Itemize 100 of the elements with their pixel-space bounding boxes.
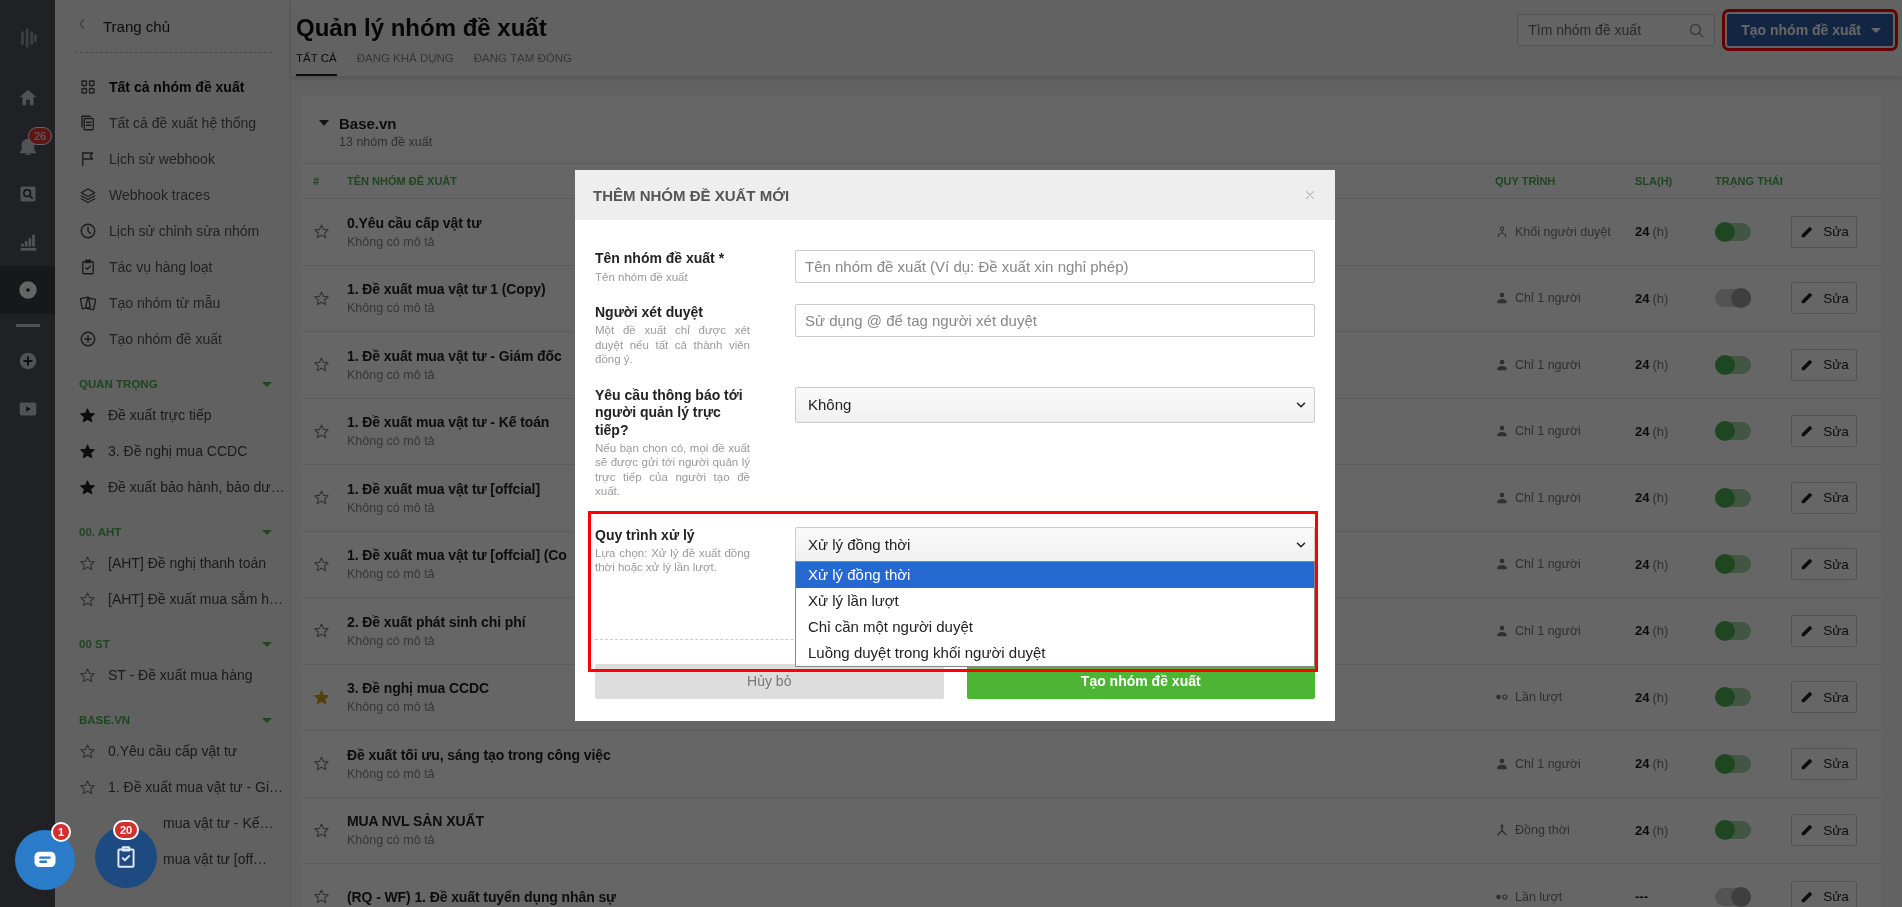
- star-icon[interactable]: [313, 422, 330, 440]
- select-field[interactable]: Không: [795, 386, 1315, 423]
- sidebar-item[interactable]: Lịch sử chỉnh sửa nhóm: [55, 213, 290, 249]
- sidebar-item[interactable]: Tất cả đề xuất hệ thống: [55, 105, 290, 141]
- group-name[interactable]: 1. Đề xuất mua vật tư [offcial] (Co: [347, 547, 567, 564]
- caret-icon[interactable]: [262, 381, 272, 387]
- dialog-title: THÊM NHÓM ĐỀ XUẤT MỚI: [593, 186, 790, 204]
- input-field[interactable]: Tên nhóm đề xuất (Ví dụ: Đề xuất xin nghỉ phép): [795, 250, 1315, 283]
- sidebar-item[interactable]: [AHT] Đề xuất mua sắm h…: [108, 591, 284, 607]
- caret-icon[interactable]: [262, 641, 272, 647]
- group-name[interactable]: 1. Đề xuất mua vật tư [offcial]: [347, 480, 540, 497]
- star-icon[interactable]: [313, 289, 330, 307]
- edit-button[interactable]: Sửa: [1791, 415, 1857, 448]
- edit-button[interactable]: Sửa: [1791, 614, 1857, 647]
- sidebar-item[interactable]: 3. Đề nghị mua CCDC: [108, 443, 248, 459]
- edit-button[interactable]: Sửa: [1791, 880, 1857, 907]
- toggle-knob[interactable]: [1731, 886, 1751, 907]
- sidebar-item[interactable]: 0.Yêu cầu cấp vật tư: [108, 743, 238, 759]
- star-icon[interactable]: [313, 489, 330, 507]
- status-toggle[interactable]: [1715, 821, 1751, 840]
- sidebar-item[interactable]: Lịch sử webhook: [55, 141, 290, 177]
- star-icon[interactable]: [79, 742, 96, 760]
- group-name[interactable]: 2. Đề xuất phát sinh chi phí: [347, 613, 526, 630]
- toggle-knob[interactable]: [1715, 820, 1735, 841]
- star-icon[interactable]: [313, 755, 330, 773]
- group-name[interactable]: 1. Đề xuất mua vật tư - Giám đốc: [347, 347, 562, 364]
- group-name[interactable]: MUA NVL SẢN XUẤT: [347, 813, 484, 830]
- toggle-knob[interactable]: [1715, 354, 1735, 375]
- sidebar-item[interactable]: Webhook traces: [55, 177, 290, 213]
- status-toggle[interactable]: [1715, 422, 1751, 441]
- star-icon[interactable]: [79, 554, 96, 572]
- filled-star-icon[interactable]: [79, 442, 96, 460]
- star-icon[interactable]: [313, 356, 330, 374]
- star-icon[interactable]: [313, 888, 330, 906]
- star-icon[interactable]: [79, 778, 96, 796]
- status-toggle[interactable]: [1715, 488, 1751, 507]
- group-name[interactable]: 1. Đề xuất mua vật tư - Kế toán: [347, 414, 550, 431]
- toggle-knob[interactable]: [1715, 554, 1735, 575]
- toggle-knob[interactable]: [1715, 620, 1735, 641]
- dropdown-option[interactable]: Chỉ cần một người duyệt: [796, 613, 1314, 640]
- edit-button[interactable]: Sửa: [1791, 814, 1857, 847]
- star-icon[interactable]: [313, 223, 330, 241]
- sidebar-item[interactable]: Tạo nhóm đề xuất: [55, 321, 290, 357]
- filled-star-icon[interactable]: [79, 406, 96, 424]
- group-name[interactable]: 0.Yêu cầu cấp vật tư: [347, 214, 482, 231]
- edit-button[interactable]: Sửa: [1791, 747, 1857, 780]
- status-toggle[interactable]: [1715, 289, 1751, 308]
- sidebar-item[interactable]: 1. Đề xuất mua vật tư - Gi…: [108, 779, 284, 795]
- edit-button[interactable]: Sửa: [1791, 481, 1857, 514]
- toggle-knob[interactable]: [1715, 487, 1735, 508]
- search-field[interactable]: Tìm nhóm đề xuất: [1517, 14, 1716, 46]
- sidebar-item[interactable]: Tất cả nhóm đề xuất: [55, 69, 290, 105]
- edit-button[interactable]: Sửa: [1791, 282, 1857, 315]
- star-icon[interactable]: [313, 821, 330, 839]
- dropdown-option[interactable]: Xử lý lần lượt: [796, 587, 1314, 614]
- status-toggle[interactable]: [1715, 355, 1751, 374]
- caret-icon[interactable]: [319, 120, 329, 126]
- group-name[interactable]: Đề xuất tối ưu, sáng tạo trong công việc: [347, 746, 611, 763]
- toggle-knob[interactable]: [1715, 221, 1735, 242]
- group-name[interactable]: 1. Đề xuất mua vật tư 1 (Copy): [347, 281, 546, 298]
- status-toggle[interactable]: [1715, 887, 1751, 906]
- dropdown-option[interactable]: Xử lý đồng thời: [796, 561, 1314, 588]
- edit-button[interactable]: Sửa: [1791, 215, 1857, 248]
- status-toggle[interactable]: [1715, 222, 1751, 241]
- status-toggle[interactable]: [1715, 621, 1751, 640]
- group-name[interactable]: (RQ - WF) 1. Đề xuất tuyển dụng nhân sự: [347, 888, 617, 905]
- sidebar-item[interactable]: Đề xuất trực tiếp: [108, 407, 212, 423]
- sidebar-item[interactable]: [AHT] Đề nghị thanh toán: [108, 555, 266, 571]
- sidebar-item[interactable]: mua vật tư [off…: [163, 851, 268, 867]
- status-toggle[interactable]: [1715, 688, 1751, 707]
- status-toggle[interactable]: [1715, 555, 1751, 574]
- edit-button[interactable]: Sửa: [1791, 348, 1857, 381]
- star-icon[interactable]: [313, 622, 330, 640]
- sidebar-item[interactable]: Đề xuất bảo hành, bảo dư…: [108, 479, 285, 495]
- star-icon[interactable]: [79, 666, 96, 684]
- toggle-knob[interactable]: [1731, 288, 1751, 309]
- star-icon[interactable]: [79, 590, 96, 608]
- rail-button[interactable]: [0, 266, 55, 314]
- edit-button[interactable]: Sửa: [1791, 548, 1857, 581]
- toggle-knob[interactable]: [1715, 421, 1735, 442]
- sidebar-item[interactable]: ST - Đề xuất mua hàng: [108, 667, 253, 683]
- field-label: Quy trình xử lý: [595, 526, 696, 544]
- status-toggle[interactable]: [1715, 754, 1751, 773]
- star-icon[interactable]: [313, 555, 330, 573]
- sidebar-item[interactable]: mua vật tư - Kế…: [163, 815, 274, 831]
- toggle-knob[interactable]: [1715, 753, 1735, 774]
- filled-star-icon[interactable]: [313, 688, 330, 706]
- caret-icon[interactable]: [262, 717, 272, 723]
- sidebar-item[interactable]: Tạo nhóm từ mẫu: [55, 285, 290, 321]
- sidebar-item[interactable]: Tác vụ hàng loạt: [55, 249, 290, 285]
- select-field[interactable]: Xử lý đồng thời: [795, 526, 1315, 563]
- edit-button[interactable]: Sửa: [1791, 681, 1857, 714]
- tab[interactable]: TẤT CẢ: [296, 52, 337, 76]
- filled-star-icon[interactable]: [79, 478, 96, 496]
- input-field[interactable]: Sử dụng @ để tag người xét duyệt: [795, 303, 1315, 337]
- group-name[interactable]: 3. Đề nghị mua CCDC: [347, 680, 489, 697]
- dropdown-option[interactable]: Luồng duyệt trong khối người duyệt: [796, 639, 1314, 666]
- toggle-knob[interactable]: [1715, 687, 1735, 708]
- caret-icon[interactable]: [262, 529, 272, 535]
- rail-button[interactable]: 26: [0, 122, 55, 170]
